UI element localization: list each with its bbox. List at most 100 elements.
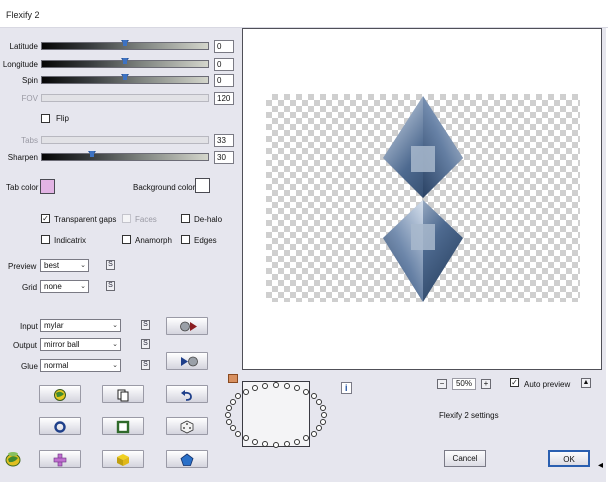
navigator-dot[interactable]: [229, 424, 236, 431]
transparent-gaps-checkbox[interactable]: ✓: [41, 214, 50, 223]
grid-select[interactable]: none ⌄: [40, 280, 89, 293]
glue-label: Glue: [21, 362, 38, 371]
latitude-label: Latitude: [9, 42, 38, 51]
grid-select-value: none: [44, 282, 62, 291]
navigator-dot[interactable]: [293, 438, 300, 445]
navigator-dot[interactable]: [229, 399, 236, 406]
navigator-dot[interactable]: [310, 393, 317, 400]
navigator-dot[interactable]: [225, 412, 231, 418]
navigator-dot[interactable]: [321, 412, 327, 418]
navigator-dot[interactable]: [310, 430, 317, 437]
navigator-marker-icon[interactable]: [228, 374, 238, 383]
longitude-value[interactable]: 0: [214, 58, 234, 71]
pentagon-button[interactable]: [166, 450, 208, 468]
plugin-logo: [4, 451, 22, 469]
de-halo-checkbox[interactable]: [181, 214, 190, 223]
auto-preview-checkbox[interactable]: ✓: [510, 378, 519, 387]
longitude-slider[interactable]: [41, 58, 209, 68]
glue-s-button[interactable]: S: [141, 360, 150, 370]
settings-label: Flexify 2 settings: [439, 411, 499, 420]
transparent-gaps-label: Transparent gaps: [54, 215, 117, 224]
navigator-box[interactable]: [242, 381, 310, 447]
cube-icon: [117, 454, 129, 466]
indicatrix-checkbox[interactable]: [41, 235, 50, 244]
input-select-value: mylar: [44, 321, 64, 330]
square-icon: [116, 420, 130, 434]
latitude-slider-thumb[interactable]: [121, 40, 129, 46]
zoom-out-button[interactable]: −: [437, 379, 447, 389]
zoom-in-button[interactable]: +: [481, 379, 491, 389]
fov-slider[interactable]: [41, 94, 209, 102]
tab-color-swatch[interactable]: [40, 179, 55, 194]
navigator-dot[interactable]: [319, 418, 326, 425]
ring-button[interactable]: [39, 417, 81, 435]
square-button[interactable]: [102, 417, 144, 435]
grid-s-button[interactable]: S: [106, 281, 115, 291]
copy-icon: [117, 389, 129, 402]
longitude-label: Longitude: [2, 60, 38, 69]
navigator-dot[interactable]: [252, 438, 259, 445]
info-button[interactable]: i: [341, 382, 352, 394]
latitude-slider[interactable]: [41, 40, 209, 50]
faces-checkbox[interactable]: [122, 214, 131, 223]
flip-checkbox[interactable]: [41, 114, 50, 123]
navigator-dot[interactable]: [283, 382, 290, 389]
navigator-dot[interactable]: [293, 385, 300, 392]
glue-select[interactable]: normal ⌄: [40, 359, 121, 372]
preview-select[interactable]: best ⌄: [40, 259, 89, 272]
tabs-value[interactable]: 33: [214, 134, 234, 147]
input-s-button[interactable]: S: [141, 320, 150, 330]
preview-s-button[interactable]: S: [106, 260, 115, 270]
edges-label: Edges: [194, 236, 217, 245]
navigator-dot[interactable]: [226, 418, 233, 425]
fov-label: FOV: [21, 94, 38, 103]
ok-button[interactable]: OK: [548, 450, 590, 467]
dice-button[interactable]: [166, 417, 208, 435]
preview-label: Preview: [8, 262, 37, 271]
spin-slider[interactable]: [41, 74, 209, 84]
grid-label: Grid: [22, 283, 38, 292]
chevron-down-icon: ⌄: [80, 262, 86, 269]
output-s-button[interactable]: S: [141, 339, 150, 349]
cube-button[interactable]: [102, 450, 144, 468]
output-label: Output: [13, 341, 38, 350]
sharpen-slider-thumb[interactable]: [87, 151, 96, 157]
randomize-button[interactable]: [39, 385, 81, 403]
spin-value[interactable]: 0: [214, 74, 234, 87]
flexify-logo-icon: [5, 452, 21, 467]
copy-button[interactable]: [102, 385, 144, 403]
dice-icon: [180, 420, 194, 434]
background-color-swatch[interactable]: [195, 178, 210, 193]
undo-button[interactable]: [166, 385, 208, 403]
output-select[interactable]: mirror ball ⌄: [40, 338, 121, 351]
mirror-ball-render: [383, 96, 463, 302]
navigator-dot[interactable]: [302, 388, 309, 395]
swap-to-input-button[interactable]: [166, 352, 208, 370]
anamorph-checkbox[interactable]: [122, 235, 131, 244]
input-select[interactable]: mylar ⌄: [40, 319, 121, 332]
sharpen-value[interactable]: 30: [214, 151, 234, 164]
navigator-dot[interactable]: [243, 388, 250, 395]
cancel-button[interactable]: Cancel: [444, 450, 486, 467]
globe-icon: [54, 389, 66, 401]
navigator-dot[interactable]: [273, 441, 279, 448]
sharpen-slider[interactable]: [41, 151, 209, 161]
background-color-label: Background color: [133, 183, 196, 192]
ring-icon: [54, 421, 66, 433]
latitude-value[interactable]: 0: [214, 40, 234, 53]
info-icon: i: [345, 383, 348, 393]
tabs-slider[interactable]: [41, 136, 209, 144]
title-bar: Flexify 2: [0, 0, 608, 28]
indicatrix-label: Indicatrix: [54, 236, 87, 245]
navigator-dot[interactable]: [283, 441, 290, 447]
spin-slider-thumb[interactable]: [121, 74, 129, 80]
preview-canvas[interactable]: [242, 28, 602, 370]
collapse-icon[interactable]: ▲: [581, 378, 591, 388]
auto-preview-label: Auto preview: [524, 380, 571, 389]
longitude-slider-thumb[interactable]: [121, 58, 129, 64]
swap-to-output-button[interactable]: [166, 317, 208, 335]
cross-layout-button[interactable]: [39, 450, 81, 468]
spin-label: Spin: [21, 76, 38, 85]
edges-checkbox[interactable]: [181, 235, 190, 244]
fov-value[interactable]: 120: [214, 92, 234, 105]
